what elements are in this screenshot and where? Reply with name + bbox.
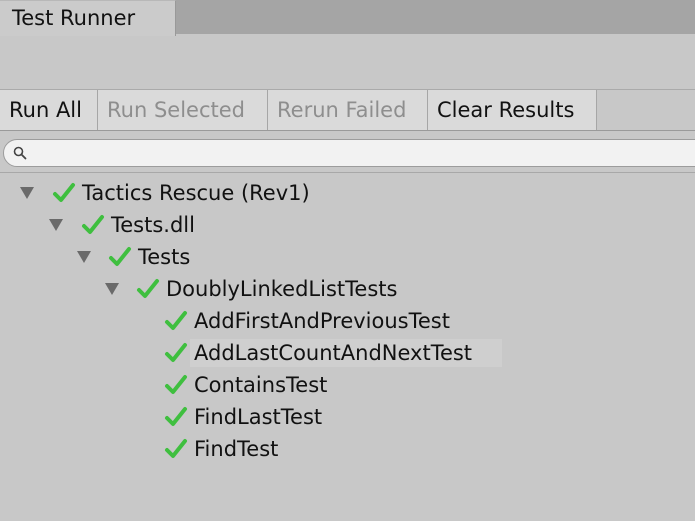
passed-check-icon xyxy=(165,311,187,330)
rerun-failed-button[interactable]: Rerun Failed xyxy=(268,90,428,130)
tree-row-label: AddLastCountAndNextTest xyxy=(194,341,473,365)
tab-strip: Test Runner xyxy=(0,0,695,36)
passed-check-icon xyxy=(165,439,187,458)
tree-row-test-case[interactable]: ContainsTest xyxy=(0,369,695,401)
passed-check-icon xyxy=(165,407,187,426)
tree-row-label: FindTest xyxy=(194,437,279,461)
passed-check-icon xyxy=(137,279,159,298)
expand-arrow-icon[interactable] xyxy=(48,218,64,232)
tree-row-label: FindLastTest xyxy=(194,405,323,429)
passed-check-icon xyxy=(53,183,75,202)
search-input[interactable] xyxy=(32,142,672,164)
passed-check-icon xyxy=(165,343,187,362)
test-tree: Tactics Rescue (Rev1) Tests.dll Tests Do… xyxy=(0,174,695,521)
tree-row-label: ContainsTest xyxy=(194,373,328,397)
search-field[interactable] xyxy=(3,139,695,167)
tree-row-test-case[interactable]: AddLastCountAndNextTest xyxy=(0,337,695,369)
passed-check-icon xyxy=(82,215,104,234)
expand-arrow-icon[interactable] xyxy=(76,250,92,264)
tree-row-label: Tactics Rescue (Rev1) xyxy=(82,181,310,205)
tree-row-label: AddFirstAndPreviousTest xyxy=(194,309,450,333)
tree-row-tests[interactable]: Tests xyxy=(0,241,695,273)
tree-row-label: DoublyLinkedListTests xyxy=(166,277,398,301)
toolbar-spacer xyxy=(597,90,695,130)
tree-row-label: Tests xyxy=(138,245,191,269)
tree-row-label: Tests.dll xyxy=(111,213,195,237)
expand-arrow-icon[interactable] xyxy=(19,186,35,200)
run-selected-button[interactable]: Run Selected xyxy=(98,90,268,130)
toolbar: Run All Run Selected Rerun Failed Clear … xyxy=(0,89,695,131)
search-icon xyxy=(13,146,27,160)
passed-check-icon xyxy=(109,247,131,266)
passed-check-icon xyxy=(165,375,187,394)
tree-row-test-case[interactable]: FindLastTest xyxy=(0,401,695,433)
run-all-button[interactable]: Run All xyxy=(0,90,98,130)
tree-row-test-case[interactable]: AddFirstAndPreviousTest xyxy=(0,305,695,337)
tree-row-tactics-rescue[interactable]: Tactics Rescue (Rev1) xyxy=(0,177,695,209)
search-row xyxy=(0,131,695,173)
tree-row-doublylinkedlisttests[interactable]: DoublyLinkedListTests xyxy=(0,273,695,305)
clear-results-button[interactable]: Clear Results xyxy=(428,90,597,130)
tab-test-runner[interactable]: Test Runner xyxy=(0,0,176,36)
expand-arrow-icon[interactable] xyxy=(104,282,120,296)
test-runner-window: Test Runner Run All Run Selected Rerun F… xyxy=(0,0,695,521)
tree-row-tests-dll[interactable]: Tests.dll xyxy=(0,209,695,241)
tree-row-test-case[interactable]: FindTest xyxy=(0,433,695,465)
